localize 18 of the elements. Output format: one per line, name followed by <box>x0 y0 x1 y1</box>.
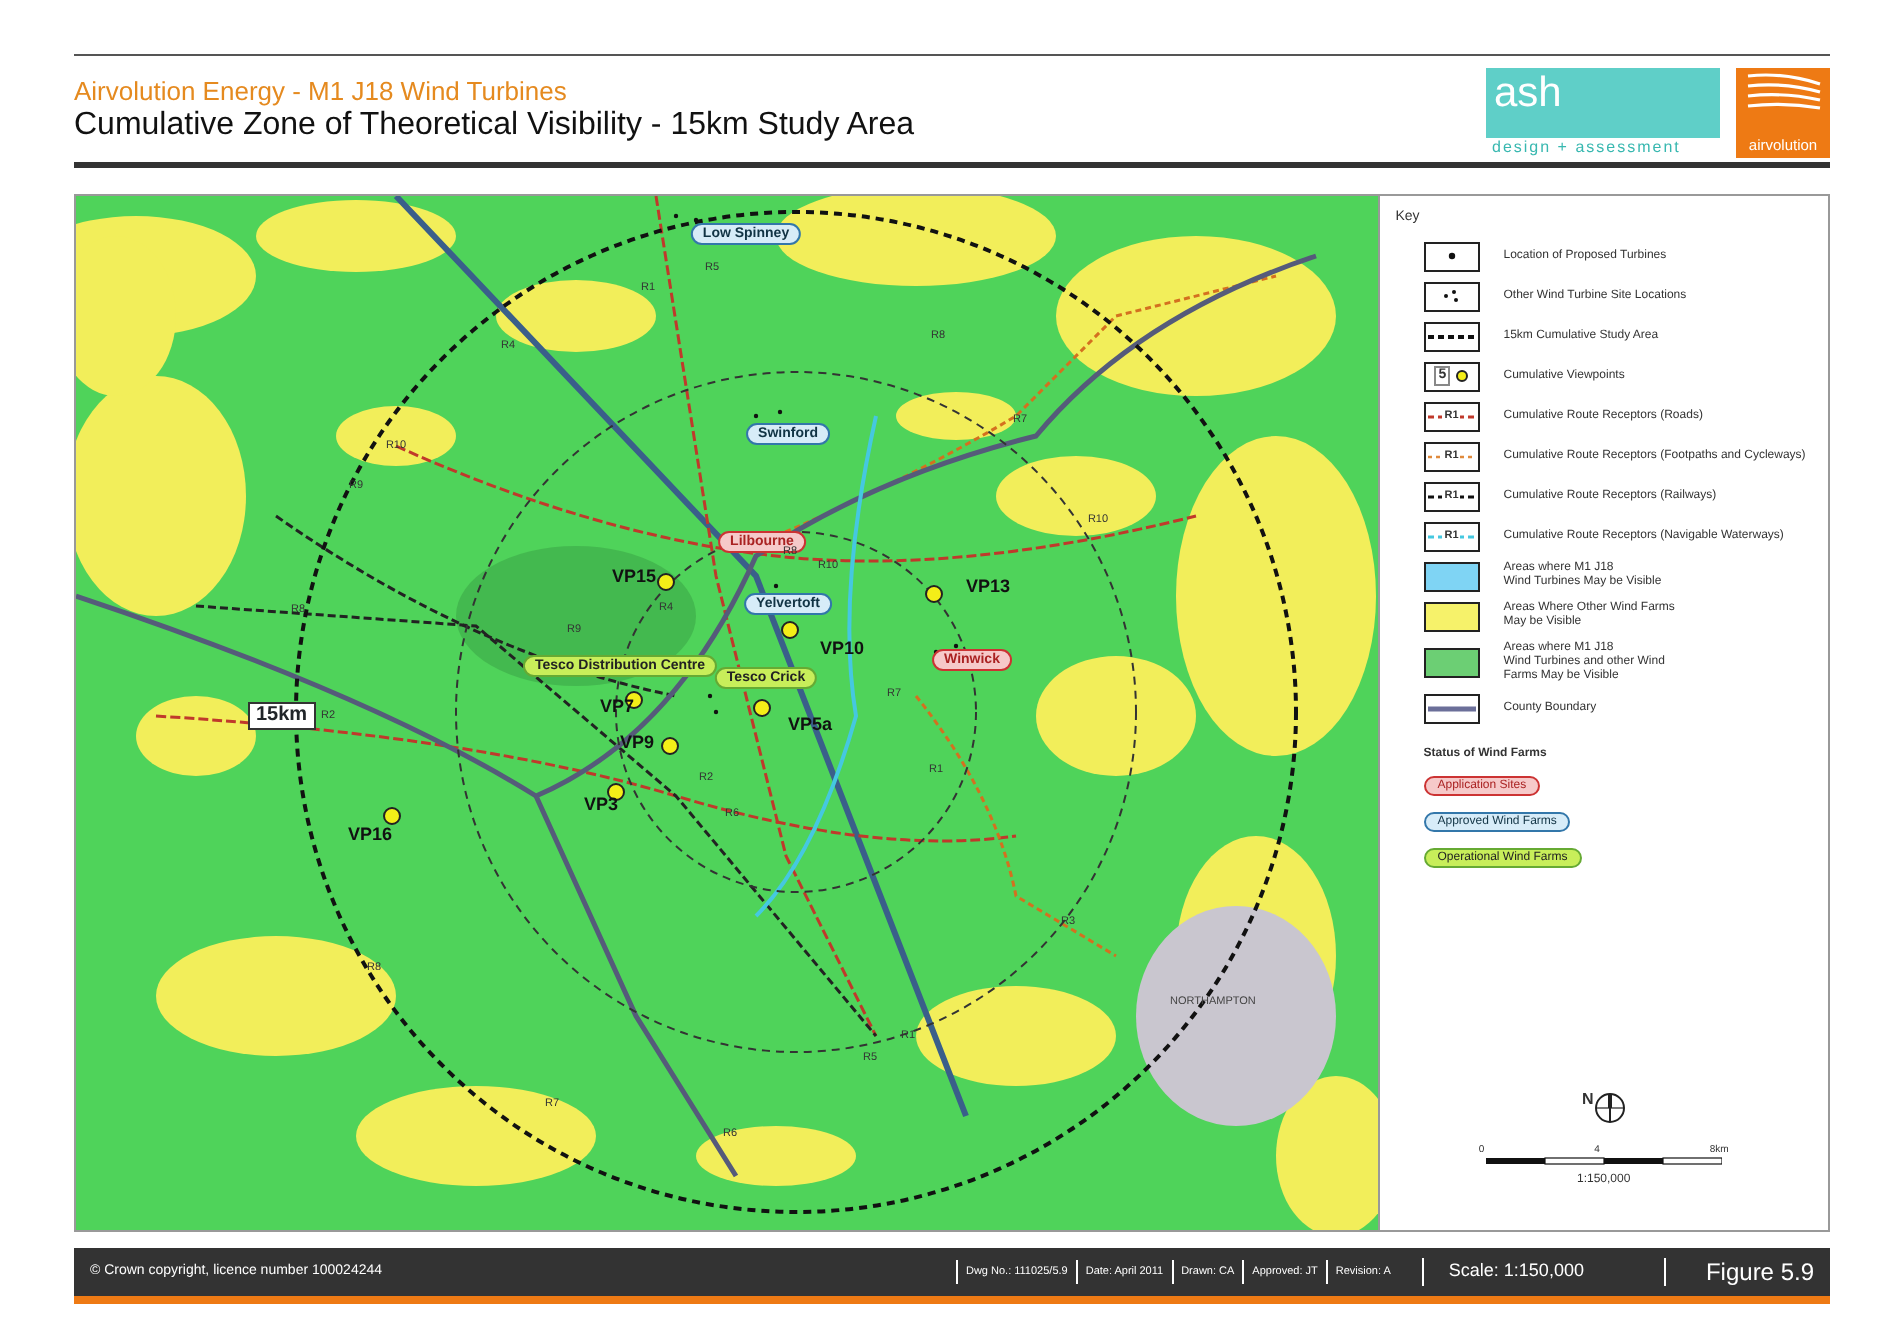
viewpoint-label: VP15 <box>612 566 657 586</box>
key-symbol <box>1423 693 1480 723</box>
viewpoint-label: VP13 <box>966 576 1011 596</box>
radius-label: 15km <box>248 702 316 730</box>
key-symbol <box>1423 647 1480 677</box>
north-label: N <box>1581 1092 1594 1108</box>
scale-label: Scale: 1:150,000 <box>1422 1258 1584 1286</box>
map-subtitle: Airvolution Energy - M1 J18 Wind Turbines <box>74 76 569 106</box>
key-symbol <box>1423 321 1480 351</box>
key-symbol <box>1423 241 1480 271</box>
map-title: Cumulative Zone of Theoretical Visibility - 15km Study Area <box>74 106 915 146</box>
key-symbol <box>1423 281 1480 311</box>
key-symbol <box>1423 561 1480 591</box>
viewpoint-label: VP16 <box>348 824 393 844</box>
viewpoint-label: VP3 <box>584 794 619 814</box>
figure-number: Figure 5.9 <box>1663 1258 1814 1286</box>
ash-logo: ash design + assessment <box>1486 68 1720 158</box>
key-symbol <box>1423 601 1480 631</box>
